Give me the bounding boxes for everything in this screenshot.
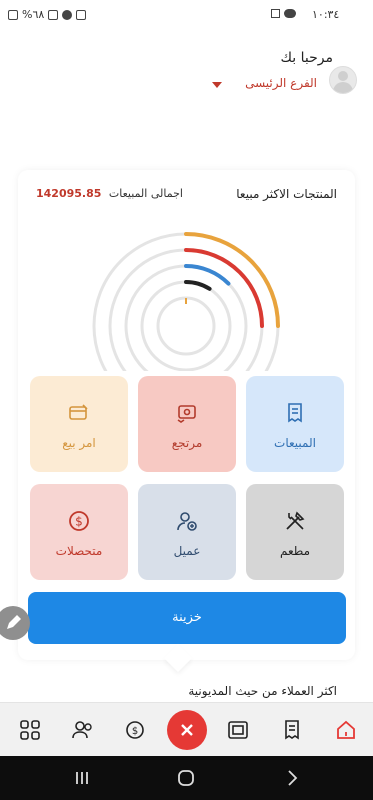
avatar[interactable] [329, 66, 357, 94]
avatar-head [338, 71, 348, 81]
battery-icon [8, 9, 18, 20]
receipt-icon[interactable] [279, 717, 305, 743]
client-tile-label: عميل [173, 544, 201, 558]
cutlery-icon [286, 511, 305, 530]
recent-apps-icon[interactable] [72, 768, 92, 788]
sales-tile-label: المبيعات [274, 436, 316, 450]
edit-button[interactable] [0, 606, 30, 640]
hotspot-icon [76, 9, 87, 20]
restaurant-tile-label: مطعم [279, 544, 311, 558]
close-icon [181, 724, 193, 736]
sales-order-tile[interactable]: امر بيع [30, 376, 128, 472]
svg-text:$: $ [132, 726, 138, 737]
top-products-title: المنتجات الاكثر مبيعا [236, 187, 337, 201]
ring-track-5 [156, 296, 216, 356]
users-icon[interactable] [70, 717, 96, 743]
ring-arc-1 [184, 232, 280, 328]
branch-selector[interactable]: الفرع الرئيسى [245, 76, 317, 90]
collections-tile-label: متحصلات [55, 544, 103, 558]
order-icon [69, 404, 88, 420]
cash-register-icon[interactable] [225, 717, 251, 743]
treasury-button[interactable]: خزينة [28, 592, 346, 644]
top-debtors-title: اكثر العملاء من حيث المديونية [188, 684, 337, 698]
sales-total-amount: 142095.85 [36, 187, 102, 200]
home-icon[interactable] [333, 717, 359, 743]
grid-icon[interactable] [17, 717, 43, 743]
chevron-down-icon[interactable] [212, 82, 222, 88]
system-navigation-bar [0, 756, 373, 800]
ring-track-4 [140, 280, 232, 371]
status-bar: %٦٨ ١٠:٣٤ [0, 0, 373, 30]
wifi-icon [62, 9, 73, 20]
restaurant-tile[interactable]: مطعم [246, 484, 344, 580]
return-icon [177, 405, 196, 423]
client-tile[interactable]: عميل [138, 484, 236, 580]
collections-tile[interactable]: $ متحصلات [30, 484, 128, 580]
sales-total-label: اجمالى المبيعات [108, 187, 183, 200]
home-system-icon[interactable] [176, 768, 196, 788]
battery-level: %٦٨ [22, 8, 45, 21]
status-icons: %٦٨ [8, 8, 87, 21]
return-tile[interactable]: مرتجع [138, 376, 236, 472]
status-time: ١٠:٣٤ [312, 8, 340, 21]
greeting-text: مرحبا بك [280, 50, 333, 66]
dollar-icon: $ [69, 511, 89, 531]
payment-icon[interactable]: $ [122, 717, 148, 743]
svg-text:$: $ [75, 515, 83, 529]
add-user-icon [177, 512, 197, 531]
return-tile-label: مرتجع [171, 436, 203, 450]
notification-icon [271, 9, 280, 18]
back-icon[interactable] [282, 768, 302, 788]
avatar-body [333, 82, 353, 93]
products-radial-chart [92, 232, 280, 371]
sales-total: اجمالى المبيعات 142095.85 [36, 187, 183, 200]
ring-arc-4 [184, 280, 212, 291]
sales-order-tile-label: امر بيع [62, 436, 96, 450]
bottom-navigation: $ [0, 702, 373, 757]
receipt-icon [288, 403, 302, 423]
close-button[interactable] [167, 710, 207, 750]
pencil-icon [7, 615, 21, 629]
cloud-icon [284, 9, 296, 18]
signal-icon [48, 9, 59, 20]
sales-tile[interactable]: المبيعات [246, 376, 344, 472]
